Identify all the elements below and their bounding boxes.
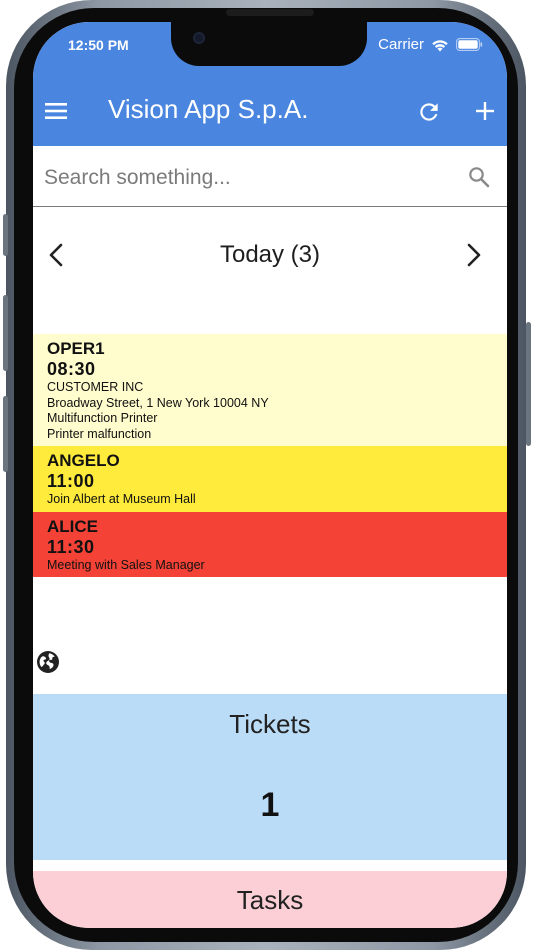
status-carrier: Carrier: [378, 36, 424, 53]
speaker-grille: [226, 9, 314, 16]
appointment-detail: Printer malfunction: [47, 426, 152, 441]
tickets-count: 1: [260, 786, 280, 824]
appointment-detail: Broadway Street, 1 New York 10004 NY: [47, 395, 269, 410]
side-button-volume-up: [3, 295, 8, 371]
search-icon[interactable]: [467, 165, 491, 189]
battery-icon: [456, 38, 483, 51]
search-input[interactable]: [42, 160, 446, 196]
appointment-time: 11:00: [47, 471, 95, 491]
front-camera: [193, 32, 205, 44]
status-indicators: Carrier: [378, 36, 483, 53]
side-button-volume-down: [3, 396, 8, 472]
appointment-detail: Meeting with Sales Manager: [47, 557, 205, 572]
appointment-detail: CUSTOMER INC: [47, 380, 144, 394]
appointment-time: 11:30: [47, 536, 95, 557]
tickets-title: Tickets: [229, 709, 311, 739]
appointment-item[interactable]: ANGELO 11:00 Join Albert at Museum Hall: [33, 446, 507, 512]
appointment-operator: OPER1: [47, 339, 105, 358]
status-time: 12:50 PM: [68, 37, 129, 53]
notch: [171, 22, 367, 66]
globe-icon[interactable]: [36, 650, 60, 674]
plus-icon[interactable]: [473, 99, 497, 123]
tasks-title: Tasks: [236, 885, 304, 915]
search-bar: [33, 148, 507, 207]
refresh-icon[interactable]: [416, 99, 442, 125]
appointment-list: OPER1 08:30 CUSTOMER INC Broadway Street, 1…: [33, 334, 507, 577]
date-label: Today (3): [219, 241, 321, 268]
chevron-right-icon[interactable]: [461, 242, 485, 268]
appointment-time: 08:30: [47, 359, 96, 379]
app-title: Vision App S.p.A.: [108, 94, 309, 124]
appointment-detail: Join Albert at Museum Hall: [47, 492, 196, 506]
toolbar: Vision App S.p.A.: [33, 86, 507, 138]
tickets-card[interactable]: Tickets 1: [33, 694, 507, 860]
app-screen: 12:50 PM Carrier Vision App S.p.A. Searc…: [33, 22, 507, 928]
date-navigator: Today (3): [33, 208, 507, 308]
appointment-item[interactable]: OPER1 08:30 CUSTOMER INC Broadway Street, 1…: [33, 334, 507, 446]
appointment-detail: Multifunction Printer: [47, 411, 158, 425]
appointment-item[interactable]: ALICE 11:30 Meeting with Sales Manager: [33, 511, 507, 577]
side-button-action: [3, 214, 8, 256]
tasks-card[interactable]: Tasks: [33, 871, 507, 928]
appointment-operator: ALICE: [47, 516, 98, 536]
appointment-operator: ANGELO: [47, 451, 120, 470]
side-button-power: [526, 322, 531, 446]
wifi-icon: [431, 38, 449, 52]
menu-icon[interactable]: [43, 98, 69, 124]
